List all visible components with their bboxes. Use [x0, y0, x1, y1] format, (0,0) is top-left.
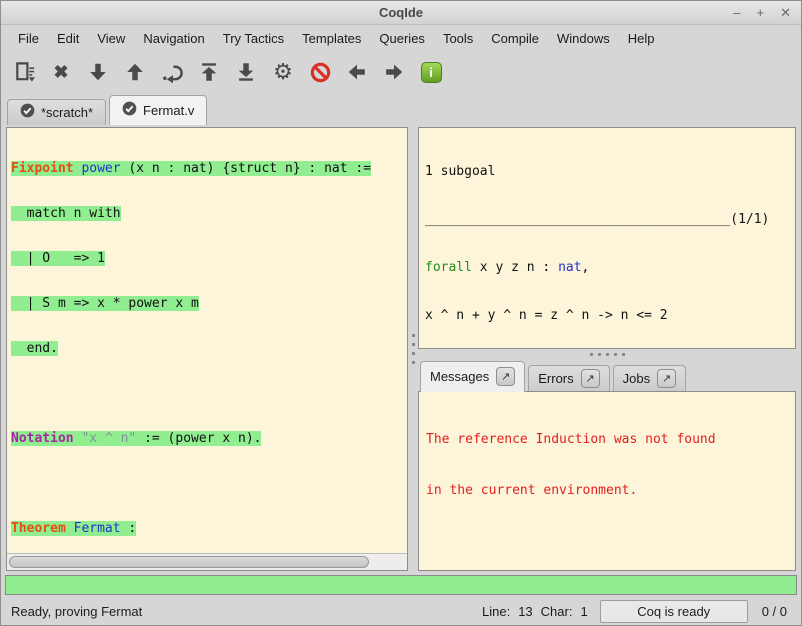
up-arrow-icon	[124, 61, 146, 83]
statusbar: Ready, proving Fermat Line: 13 Char: 1 C…	[1, 598, 801, 625]
horizontal-splitter[interactable]	[418, 349, 796, 360]
back-arrow-icon	[346, 61, 368, 83]
message-line: The reference Induction was not found	[426, 431, 788, 448]
script-editor[interactable]: Fixpoint power (x n : nat) {struct n} : …	[7, 128, 407, 553]
tab-messages[interactable]: Messages ↗	[420, 361, 525, 392]
tab-label: Fermat.v	[143, 103, 194, 118]
menu-queries[interactable]: Queries	[370, 27, 434, 50]
go-to-start-icon	[198, 61, 220, 83]
about-info-icon: i	[421, 62, 442, 83]
tab-scratch[interactable]: *scratch*	[7, 99, 106, 125]
buffer-check-icon	[122, 101, 137, 119]
close-buffer-button[interactable]: ✖	[46, 57, 76, 87]
goal-count-line: 1 subgoal	[425, 164, 789, 180]
go-to-cursor-icon	[161, 61, 184, 84]
goals-pane[interactable]: 1 subgoal ______________________________…	[418, 127, 796, 349]
go-to-cursor-button[interactable]	[157, 57, 187, 87]
coqide-window: CoqIde – + ✕ File Edit View Navigation T…	[0, 0, 802, 626]
back-button[interactable]	[342, 57, 372, 87]
message-line: in the current environment.	[426, 482, 788, 499]
tab-label: *scratch*	[41, 105, 93, 120]
menu-compile[interactable]: Compile	[482, 27, 548, 50]
menu-templates[interactable]: Templates	[293, 27, 370, 50]
coq-state-button[interactable]: Coq is ready	[600, 600, 748, 623]
go-to-start-button[interactable]	[194, 57, 224, 87]
main-area: Fixpoint power (x n : nat) {struct n} : …	[1, 125, 801, 574]
down-arrow-icon	[87, 61, 109, 83]
code-line: Notation "x ^ n" := (power x n).	[11, 431, 407, 446]
forward-one-step-button[interactable]	[83, 57, 113, 87]
tab-jobs[interactable]: Jobs ↗	[613, 365, 686, 392]
close-icon[interactable]: ✕	[780, 5, 791, 21]
preferences-button[interactable]: ⚙	[268, 57, 298, 87]
detach-icon[interactable]: ↗	[581, 369, 600, 388]
menu-file[interactable]: File	[9, 27, 48, 50]
code-line: end.	[11, 341, 407, 356]
window-title: CoqIde	[1, 5, 801, 20]
toolbar: ✖	[1, 51, 801, 93]
code-line: Theorem Fermat :	[11, 521, 407, 536]
goal-separator-line: _______________________________________(…	[425, 212, 789, 228]
horizontal-scrollbar[interactable]	[7, 553, 407, 570]
goal-line: x ^ n + y ^ n = z ^ n -> n <= 2	[425, 308, 789, 324]
gear-icon: ⚙	[273, 59, 293, 85]
code-line: match n with	[11, 206, 407, 221]
code-line	[11, 476, 407, 491]
forward-button[interactable]	[379, 57, 409, 87]
script-pane: Fixpoint power (x n : nat) {struct n} : …	[6, 127, 408, 571]
buffer-tab-row: *scratch* Fermat.v	[1, 93, 801, 125]
go-to-end-icon	[235, 61, 257, 83]
worker-counts: 0 / 0	[762, 604, 787, 619]
close-x-icon: ✖	[53, 62, 68, 83]
messages-pane[interactable]: The reference Induction was not found in…	[418, 391, 796, 571]
detach-icon[interactable]: ↗	[496, 367, 515, 386]
menu-windows[interactable]: Windows	[548, 27, 619, 50]
save-button[interactable]	[9, 57, 39, 87]
vertical-splitter[interactable]	[408, 127, 418, 571]
buffer-check-icon	[20, 103, 35, 121]
messages-notebook: Messages ↗ Errors ↗ Jobs ↗ The reference…	[418, 360, 796, 571]
messages-tab-row: Messages ↗ Errors ↗ Jobs ↗	[418, 360, 796, 392]
save-icon	[13, 61, 36, 84]
status-message: Ready, proving Fermat	[11, 604, 474, 619]
progress-bar-container	[1, 574, 801, 598]
window-controls: – + ✕	[733, 1, 791, 24]
char-value: 1	[580, 604, 587, 619]
code-line	[11, 386, 407, 401]
maximize-icon[interactable]: +	[757, 5, 765, 20]
code-line: Fixpoint power (x n : nat) {struct n} : …	[11, 161, 407, 176]
tab-label: Messages	[430, 369, 489, 384]
menu-edit[interactable]: Edit	[48, 27, 88, 50]
scrollbar-thumb[interactable]	[9, 556, 369, 568]
menu-tools[interactable]: Tools	[434, 27, 482, 50]
menubar: File Edit View Navigation Try Tactics Te…	[1, 25, 801, 51]
menu-help[interactable]: Help	[619, 27, 664, 50]
interrupt-icon	[309, 61, 332, 84]
goal-line: forall x y z n : nat,	[425, 260, 789, 276]
forward-arrow-icon	[383, 61, 405, 83]
minimize-icon[interactable]: –	[733, 5, 740, 20]
detach-icon[interactable]: ↗	[657, 369, 676, 388]
line-label: Line:	[482, 604, 510, 619]
tab-fermat[interactable]: Fermat.v	[109, 95, 207, 125]
line-value: 13	[518, 604, 532, 619]
code-line: | O => 1	[11, 251, 407, 266]
tab-label: Jobs	[623, 371, 650, 386]
menu-try-tactics[interactable]: Try Tactics	[214, 27, 293, 50]
code-line: | S m => x * power x m	[11, 296, 407, 311]
titlebar[interactable]: CoqIde – + ✕	[1, 1, 801, 25]
go-to-end-button[interactable]	[231, 57, 261, 87]
menu-navigation[interactable]: Navigation	[134, 27, 213, 50]
progress-bar	[5, 575, 797, 595]
about-button[interactable]: i	[416, 57, 446, 87]
backward-one-step-button[interactable]	[120, 57, 150, 87]
tab-label: Errors	[538, 371, 573, 386]
right-column: 1 subgoal ______________________________…	[418, 127, 796, 571]
tab-errors[interactable]: Errors ↗	[528, 365, 609, 392]
interrupt-button[interactable]	[305, 57, 335, 87]
menu-view[interactable]: View	[88, 27, 134, 50]
char-label: Char:	[541, 604, 573, 619]
